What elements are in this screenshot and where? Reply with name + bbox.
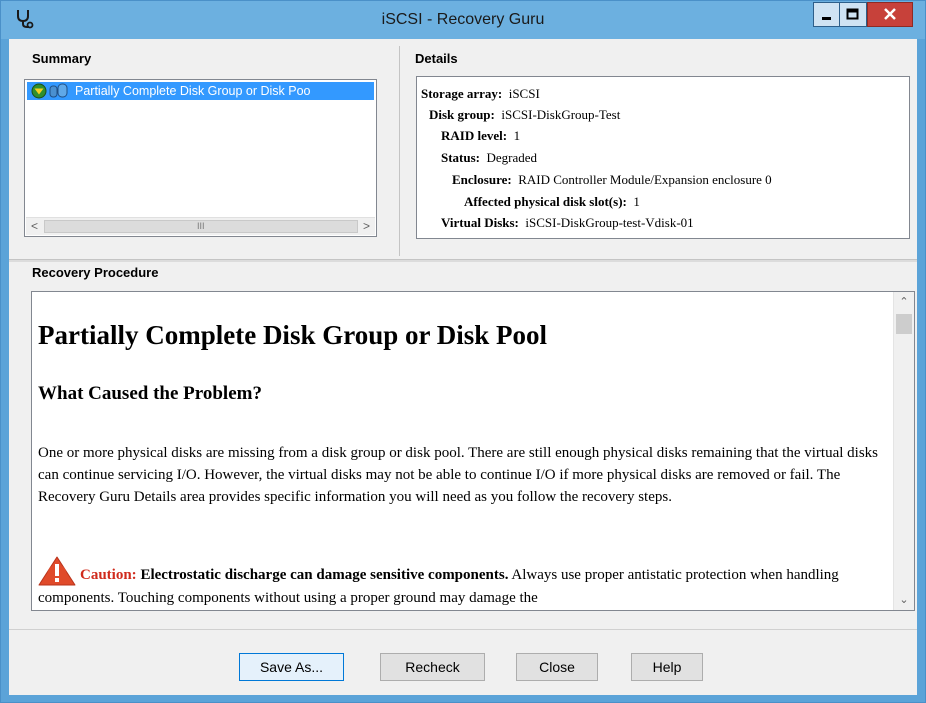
detail-key: Affected physical disk slot(s):: [464, 194, 627, 209]
pane-divider-vertical[interactable]: [399, 46, 400, 256]
detail-value: RAID Controller Module/Expansion enclosu…: [518, 172, 772, 187]
close-icon: [884, 8, 896, 20]
title-bar[interactable]: iSCSI - Recovery Guru: [1, 1, 925, 39]
caution-bold-text: Electrostatic discharge can damage sensi…: [140, 567, 509, 583]
maximize-button[interactable]: [840, 2, 867, 27]
degraded-status-icon: [31, 83, 47, 99]
detail-key: Storage array:: [421, 86, 503, 101]
scroll-up-icon[interactable]: ⌃: [894, 292, 914, 312]
caution-notice: Caution: Electrostatic discharge can dam…: [38, 556, 888, 610]
summary-label: Summary: [32, 51, 92, 66]
scroll-left-icon[interactable]: <: [26, 218, 43, 235]
scroll-down-icon[interactable]: ⌄: [894, 590, 914, 610]
maximize-icon: [846, 8, 859, 20]
detail-row: Virtual Disks: iSCSI-DiskGroup-test-Vdis…: [441, 215, 694, 231]
recovery-procedure-panel[interactable]: Partially Complete Disk Group or Disk Po…: [31, 291, 915, 611]
scrollbar-thumb[interactable]: III: [44, 220, 358, 233]
procedure-title: Partially Complete Disk Group or Disk Po…: [38, 320, 548, 350]
detail-row: Status: Degraded: [441, 150, 537, 166]
close-button[interactable]: Close: [516, 653, 598, 681]
procedure-subtitle: What Caused the Problem?: [38, 383, 262, 404]
detail-key: Status:: [441, 150, 481, 165]
procedure-vertical-scrollbar[interactable]: ⌃ ⌄: [893, 292, 914, 610]
summary-item-label: Partially Complete Disk Group or Disk Po…: [75, 84, 311, 98]
detail-key: Virtual Disks:: [441, 215, 519, 230]
warning-icon: [38, 556, 76, 586]
detail-value: iSCSI: [508, 86, 540, 101]
help-button[interactable]: Help: [631, 653, 703, 681]
detail-row: Disk group: iSCSI-DiskGroup-Test: [429, 107, 620, 123]
disk-group-icon: [49, 83, 68, 98]
details-panel: Storage array: iSCSI Disk group: iSCSI-D…: [416, 76, 910, 239]
summary-list[interactable]: Partially Complete Disk Group or Disk Po…: [24, 79, 377, 237]
detail-value: Degraded: [486, 150, 538, 165]
detail-row: Affected physical disk slot(s): 1: [464, 194, 640, 210]
detail-row: Enclosure: RAID Controller Module/Expans…: [452, 172, 772, 188]
detail-value: iSCSI-DiskGroup-test-Vdisk-01: [525, 215, 694, 230]
details-label: Details: [415, 51, 458, 66]
minimize-button[interactable]: [813, 2, 840, 27]
minimize-icon: [822, 17, 831, 20]
close-window-button[interactable]: [867, 2, 913, 27]
detail-key: Disk group:: [429, 107, 495, 122]
pane-divider-horizontal[interactable]: [9, 259, 917, 262]
detail-value: 1: [513, 128, 521, 143]
save-as-button[interactable]: Save As...: [239, 653, 344, 681]
scroll-right-icon[interactable]: >: [358, 218, 375, 235]
scrollbar-grip: III: [197, 221, 205, 231]
recovery-guru-window: iSCSI - Recovery Guru Summary Partially …: [0, 0, 926, 703]
recheck-button[interactable]: Recheck: [380, 653, 485, 681]
window-title: iSCSI - Recovery Guru: [381, 11, 545, 28]
procedure-paragraph: One or more physical disks are missing f…: [38, 445, 878, 505]
detail-key: Enclosure:: [452, 172, 512, 187]
detail-key: RAID level:: [441, 128, 508, 143]
detail-row: RAID level: 1: [441, 128, 520, 144]
recovery-procedure-label: Recovery Procedure: [32, 265, 159, 280]
detail-value: iSCSI-DiskGroup-Test: [501, 107, 621, 122]
caution-label: Caution:: [80, 567, 137, 583]
summary-horizontal-scrollbar[interactable]: < III >: [26, 217, 375, 235]
scrollbar-thumb[interactable]: [896, 314, 912, 334]
detail-value: 1: [633, 194, 640, 209]
detail-row: Storage array: iSCSI: [421, 86, 540, 102]
summary-item[interactable]: Partially Complete Disk Group or Disk Po…: [27, 82, 374, 100]
